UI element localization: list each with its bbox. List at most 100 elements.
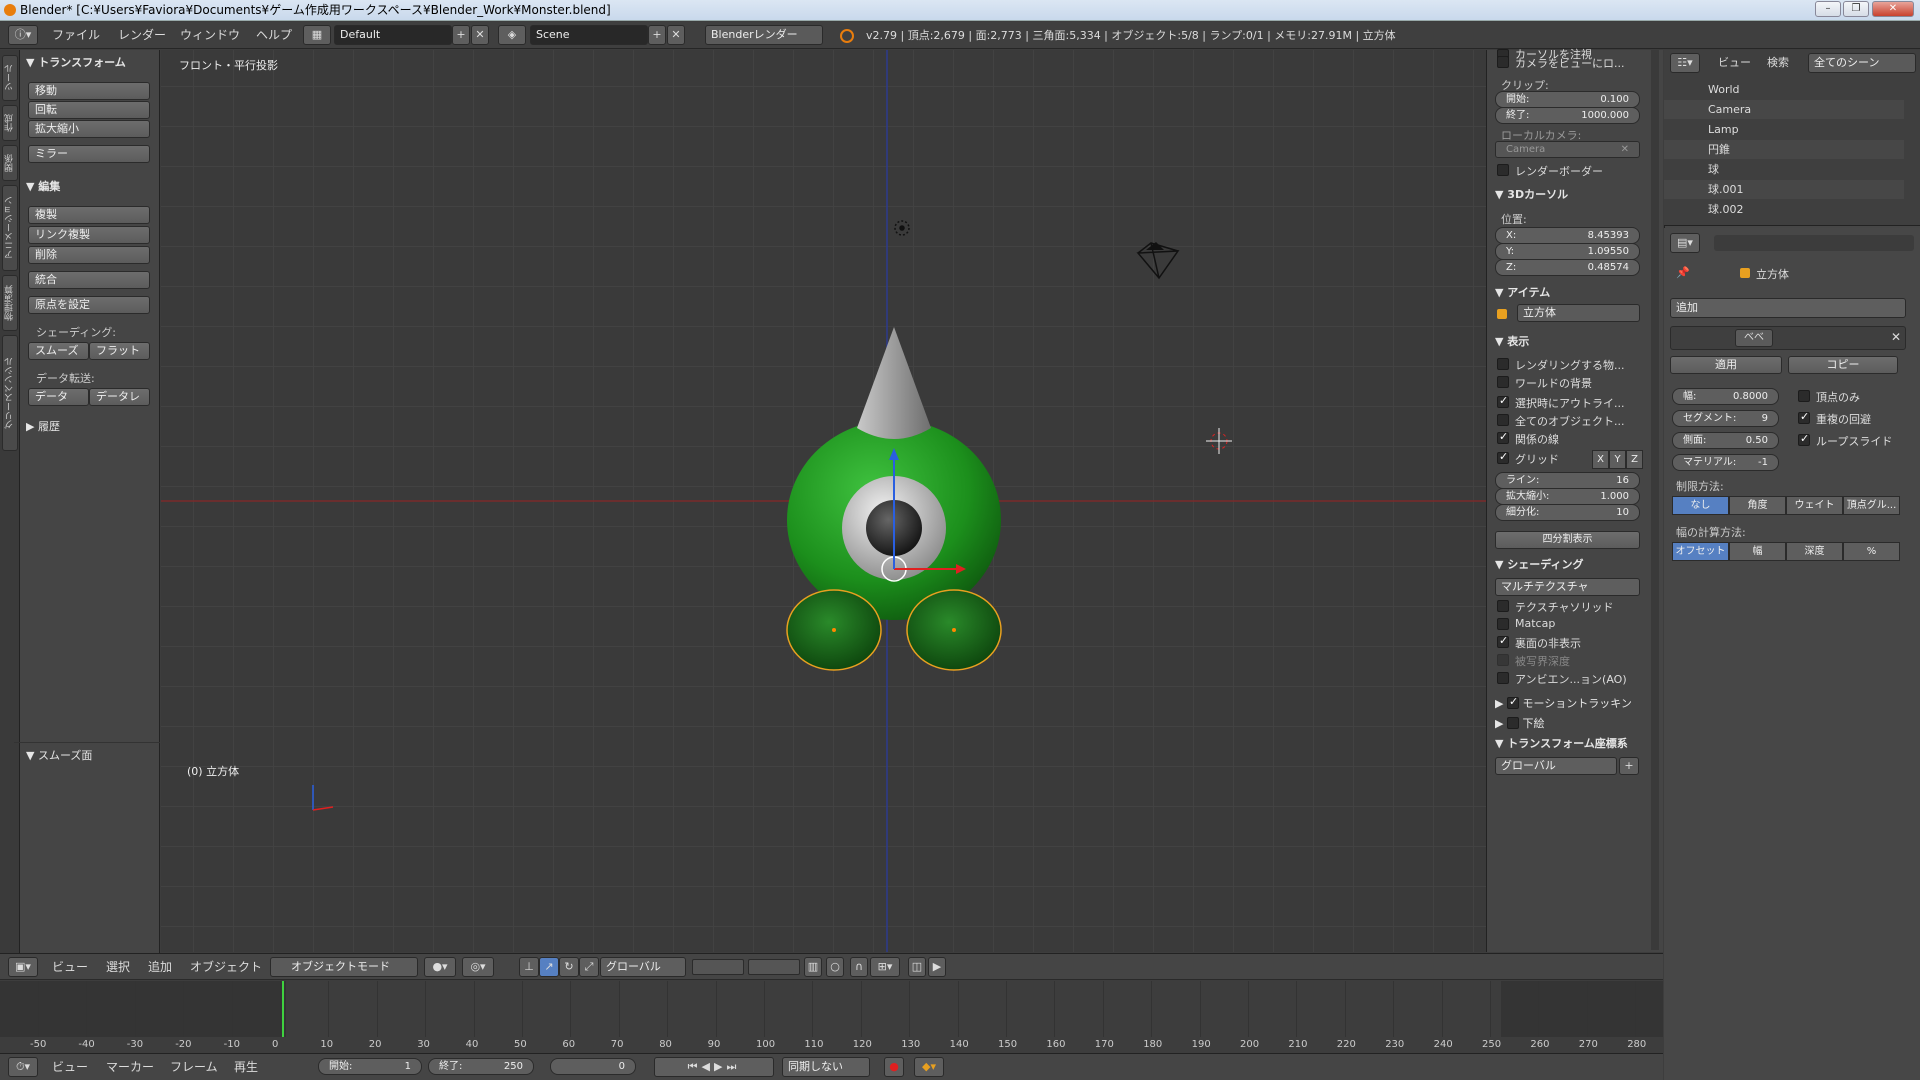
- data-transfer-button[interactable]: データ: [28, 388, 89, 406]
- clamp-overlap-checkbox[interactable]: [1798, 410, 1810, 424]
- tab-relations[interactable]: 関係: [2, 145, 18, 181]
- background-images-panel-header[interactable]: ▶ 下絵: [1495, 715, 1544, 731]
- cursor-y-field[interactable]: Y: 1.09550: [1495, 243, 1640, 260]
- maximize-button[interactable]: ❐: [1843, 1, 1869, 17]
- rotate-button[interactable]: 回転: [28, 101, 150, 119]
- 3d-cursor-panel-header[interactable]: ▼ 3Dカーソル: [1495, 186, 1568, 202]
- end-frame-field[interactable]: 終了: 250: [428, 1058, 534, 1075]
- loop-slide-checkbox[interactable]: [1798, 432, 1810, 446]
- clip-start-field[interactable]: 開始: 0.100: [1495, 91, 1640, 108]
- ambient-occlusion-checkbox[interactable]: [1497, 672, 1509, 684]
- view3d-editor-icon[interactable]: ▣▾: [8, 957, 38, 977]
- vertex-only-checkbox[interactable]: [1798, 390, 1810, 402]
- 3d-viewport[interactable]: フロント・平行投影 (0) 立方体: [161, 50, 1486, 952]
- opengl-anim-icon[interactable]: ▶: [928, 957, 946, 977]
- mirror-button[interactable]: ミラー: [28, 145, 150, 163]
- cursor-x-field[interactable]: X: 8.45393: [1495, 227, 1640, 244]
- sync-mode-dropdown[interactable]: 同期しない: [782, 1057, 870, 1077]
- scene-add-icon[interactable]: +: [648, 25, 666, 45]
- remove-modifier-icon[interactable]: ✕: [1891, 330, 1901, 344]
- edit-panel-header[interactable]: ▼ 編集: [26, 178, 60, 194]
- grid-axis-y-toggle[interactable]: Y: [1609, 450, 1626, 469]
- current-frame-marker[interactable]: [282, 981, 284, 1037]
- render-border-checkbox[interactable]: [1497, 164, 1509, 176]
- minimize-button[interactable]: –: [1815, 1, 1841, 17]
- limit-vgroup-option[interactable]: 頂点グル...: [1843, 496, 1900, 515]
- limit-none-option[interactable]: なし: [1672, 496, 1729, 515]
- translate-button[interactable]: 移動: [28, 82, 150, 100]
- history-panel-header[interactable]: ▶ 履歴: [26, 418, 60, 434]
- scene-name-field[interactable]: Scene: [530, 25, 648, 45]
- outliner-item-sphere-001[interactable]: 球.001: [1664, 180, 1904, 199]
- material-mode-dropdown[interactable]: マルチテクスチャ: [1495, 578, 1640, 596]
- tab-create[interactable]: 作成: [2, 105, 18, 141]
- render-engine-dropdown[interactable]: Blenderレンダー: [705, 25, 823, 45]
- snap-toggle-icon[interactable]: ∩: [850, 957, 868, 977]
- local-camera-field[interactable]: Camera ✕: [1495, 141, 1640, 158]
- depth-of-field-checkbox[interactable]: [1497, 654, 1509, 666]
- viewport-scene[interactable]: [161, 50, 1486, 952]
- editor-type-icon[interactable]: ⓘ▾: [8, 25, 38, 45]
- layout-name-field[interactable]: Default: [334, 25, 452, 45]
- auto-keyframe-icon[interactable]: ●: [884, 1057, 904, 1077]
- translate-manipulator-icon[interactable]: ↗: [539, 957, 559, 977]
- keying-set-icon[interactable]: ◆▾: [914, 1057, 944, 1077]
- grid-axis-x-toggle[interactable]: X: [1592, 450, 1609, 469]
- bevel-segments-field[interactable]: セグメント: 9: [1672, 410, 1779, 427]
- outliner-item-sphere-002[interactable]: 球.002: [1664, 200, 1904, 214]
- tab-tools[interactable]: ツール: [2, 55, 18, 101]
- manipulator-toggle-icon[interactable]: ⊥: [519, 957, 539, 977]
- timeline[interactable]: -50 -40 -30 -20 -10 0 10 20 30 40 50 60 70 80 90 100 110…: [0, 981, 1663, 1053]
- only-render-checkbox[interactable]: [1497, 358, 1509, 370]
- add-menu[interactable]: 追加: [148, 958, 172, 976]
- data-layout-button[interactable]: データレ: [89, 388, 150, 406]
- select-menu[interactable]: 選択: [106, 958, 130, 976]
- layout-delete-icon[interactable]: ✕: [471, 25, 489, 45]
- npanel-scrollbar[interactable]: [1651, 50, 1659, 950]
- opengl-render-icon[interactable]: ◫: [908, 957, 926, 977]
- limit-weight-option[interactable]: ウェイト: [1786, 496, 1843, 515]
- menu-window[interactable]: ウィンドウ: [180, 22, 240, 49]
- menu-render[interactable]: レンダー: [118, 22, 166, 49]
- apply-modifier-button[interactable]: 適用: [1670, 356, 1782, 374]
- width-width-option[interactable]: 幅: [1729, 542, 1786, 561]
- set-origin-dropdown[interactable]: 原点を設定: [28, 296, 150, 314]
- playback-controls[interactable]: ⏮◀▶⏭: [654, 1057, 774, 1077]
- scale-button[interactable]: 拡大縮小: [28, 120, 150, 138]
- transform-panel-header[interactable]: ▼ トランスフォーム: [26, 54, 126, 70]
- outliner-editor-icon[interactable]: ☷▾: [1670, 53, 1700, 73]
- add-orientation-icon[interactable]: +: [1619, 757, 1639, 775]
- relationship-lines-checkbox[interactable]: [1497, 430, 1509, 444]
- layout-add-icon[interactable]: +: [452, 25, 470, 45]
- transform-orientation-select[interactable]: グローバル: [600, 957, 686, 977]
- pin-icon[interactable]: 📌: [1676, 266, 1690, 279]
- timeline-editor-icon[interactable]: ⏱▾: [8, 1057, 38, 1077]
- proportional-edit-icon[interactable]: ○: [826, 957, 844, 977]
- bevel-width-field[interactable]: 幅: 0.8000: [1672, 388, 1779, 405]
- textured-solid-checkbox[interactable]: [1497, 600, 1509, 612]
- display-panel-header[interactable]: ▼ 表示: [1495, 333, 1529, 349]
- tab-physics[interactable]: 物理演算: [2, 275, 18, 331]
- timeline-frame-menu[interactable]: フレーム: [170, 1058, 218, 1076]
- shade-flat-button[interactable]: フラット: [89, 342, 150, 360]
- scene-delete-icon[interactable]: ✕: [667, 25, 685, 45]
- scene-icon[interactable]: ◈: [498, 25, 526, 45]
- matcap-checkbox[interactable]: [1497, 618, 1509, 630]
- grid-subdivisions-field[interactable]: 細分化: 10: [1495, 504, 1640, 521]
- rotate-manipulator-icon[interactable]: ↻: [559, 957, 579, 977]
- timeline-playback-menu[interactable]: 再生: [234, 1058, 258, 1076]
- interaction-mode-dropdown[interactable]: オブジェクトモード: [270, 957, 418, 977]
- snap-element-icon[interactable]: ⊞▾: [870, 957, 900, 977]
- lock-camera-checkbox[interactable]: [1497, 56, 1509, 68]
- outliner-menu-search[interactable]: 検索: [1767, 54, 1789, 70]
- cursor-z-field[interactable]: Z: 0.48574: [1495, 259, 1640, 276]
- bevel-profile-field[interactable]: 側面: 0.50: [1672, 432, 1779, 449]
- menu-help[interactable]: ヘルプ: [256, 22, 292, 49]
- transform-orientations-panel-header[interactable]: ▼ トランスフォーム座標系: [1495, 735, 1628, 751]
- all-origins-checkbox[interactable]: [1497, 414, 1509, 426]
- delete-button[interactable]: 削除: [28, 246, 150, 264]
- modifier-name-field[interactable]: べべ: [1735, 329, 1773, 347]
- motion-tracking-panel-header[interactable]: ▶ モーショントラッキン: [1495, 695, 1632, 711]
- viewport-shading-icon[interactable]: ●▾: [424, 957, 456, 977]
- duplicate-button[interactable]: 複製: [28, 206, 150, 224]
